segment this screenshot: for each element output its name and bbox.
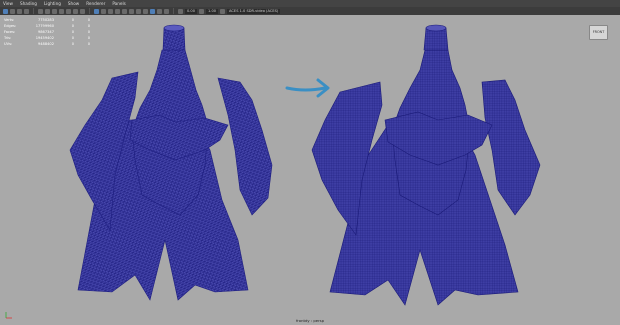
menu-renderer[interactable]: Renderer [86,0,105,7]
hud-label: Faces: [4,30,16,34]
xray-joints-icon[interactable] [164,8,169,14]
resolution-gate-icon[interactable] [52,8,57,14]
hud-label: Tris: [4,36,12,40]
safe-action-icon[interactable] [73,8,78,14]
hud-value: 0 [87,36,90,40]
smooth-shade-icon[interactable] [101,8,106,14]
menu-lighting[interactable]: Lighting [44,0,61,7]
gamma-icon[interactable] [199,8,205,14]
quad-mesh-collar-top [425,24,447,32]
view-cube[interactable]: FRONT [589,25,608,40]
hud-label: Edges: [4,24,17,28]
image-plane-icon[interactable] [24,8,29,14]
hud-value: 19459402 [35,36,54,40]
poly-count-hud: Verts: 7750283 0 0 Edges: 17799960 0 0 F… [4,17,90,47]
quad-mesh-model[interactable] [311,24,541,306]
field-chart-icon[interactable] [66,8,71,14]
exposure-field[interactable]: 0.00 [185,8,198,14]
color-management-icon[interactable] [220,8,226,14]
all-lights-icon[interactable] [129,8,134,14]
camera-attributes-icon[interactable] [10,8,15,14]
xray-icon[interactable] [157,8,162,14]
menu-panels[interactable]: Panels [112,0,125,7]
hud-value: 7750283 [37,18,54,22]
menu-show[interactable]: Show [68,0,79,7]
toolbar-divider [89,8,90,14]
hud-value: 0 [71,42,74,46]
hud-value: 0 [87,18,90,22]
toolbar-divider [33,8,34,14]
gate-mask-icon[interactable] [59,8,64,14]
tri-mesh-collar-top [163,24,185,32]
wireframe-on-shaded-icon[interactable] [115,8,120,14]
menu-view[interactable]: View [3,0,13,7]
screen-space-ao-icon[interactable] [143,8,148,14]
tri-mesh-right-sleeve [217,77,273,216]
hud-value: 0 [71,24,74,28]
hud-value: 0 [87,42,90,46]
quad-mesh-right-sleeve [481,79,541,216]
view-transform-select[interactable]: ACES 1.0 SDR-video (ACES) [227,8,281,14]
grid-icon[interactable] [38,8,43,14]
hud-value: 0 [71,30,74,34]
select-camera-icon[interactable] [3,8,8,14]
wireframe-icon[interactable] [94,8,99,14]
hud-value: 0 [87,24,90,28]
hud-label: UVs: [4,42,13,46]
textured-icon[interactable] [122,8,127,14]
gamma-field[interactable]: 1.00 [206,8,219,14]
safe-title-icon[interactable] [80,8,85,14]
hud-value: 0 [71,18,74,22]
isolate-select-icon[interactable] [150,8,155,14]
camera-name-label: frontdy : persp [295,318,325,323]
arrow-icon [285,78,330,98]
toolbar-divider [173,8,174,14]
hud-value: 0 [87,30,90,34]
viewport[interactable] [0,0,620,325]
hud-value: 0 [71,36,74,40]
bookmark-icon[interactable] [17,8,22,14]
menu-shading[interactable]: Shading [20,0,37,7]
tri-mesh-model[interactable] [69,24,273,301]
menu-bar: View Shading Lighting Show Renderer Pane… [0,0,620,7]
hud-value: 9488402 [37,42,54,46]
hud-label: Verts: [4,18,15,22]
exposure-icon[interactable] [178,8,183,14]
default-material-icon[interactable] [108,8,113,14]
hud-value: 9867347 [37,30,54,34]
shadows-icon[interactable] [136,8,141,14]
hud-row: UVs: 9488402 0 0 [4,41,90,47]
film-gate-icon[interactable] [45,8,50,14]
panel-toolbar: 0.00 1.00 ACES 1.0 SDR-video (ACES) [0,7,620,15]
hud-value: 17799960 [35,24,54,28]
